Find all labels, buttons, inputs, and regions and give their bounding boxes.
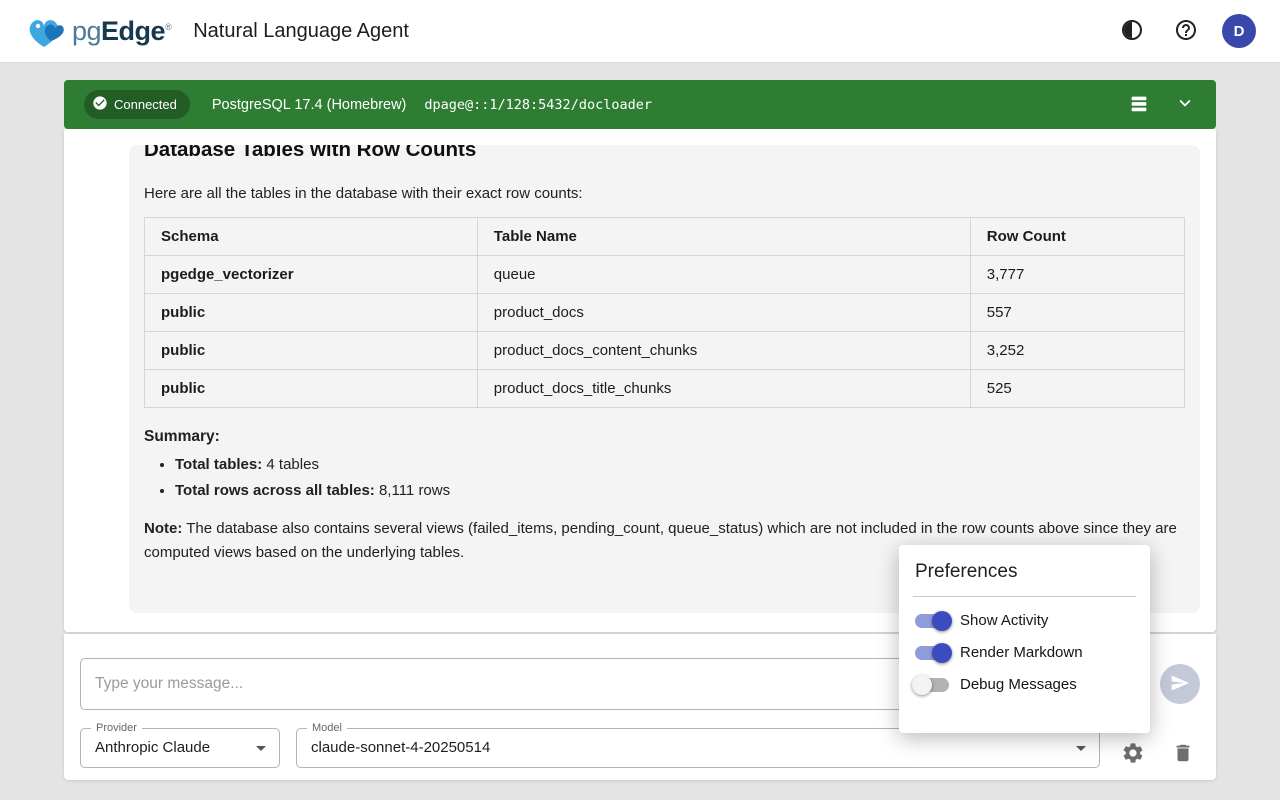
schema-cell: pgedge_vectorizer [145,256,478,294]
connection-collapse-button[interactable] [1174,92,1196,117]
response-heading: Database Tables with Row Counts [144,145,1185,162]
schema-cell: public [145,294,478,332]
provider-select[interactable]: Provider Anthropic Claude [80,728,280,768]
render-markdown-switch[interactable] [915,646,949,660]
switch-thumb [932,611,952,631]
toggle-render-markdown[interactable]: Render Markdown [915,644,1134,661]
connection-bar: Connected PostgreSQL 17.4 (Homebrew) dpa… [64,80,1216,129]
preferences-title: Preferences [915,561,1134,583]
table-name-cell: product_docs_title_chunks [477,370,970,408]
note-label: Note: [144,520,182,537]
bullet-value: 4 tables [262,456,319,473]
list-item: Total tables: 4 tables [175,456,1185,473]
table-row: public product_docs_title_chunks 525 [145,370,1185,408]
summary-heading: Summary: [144,428,1185,446]
connection-string: dpage@::1/128:5432/docloader [424,97,652,113]
pgedge-logo: pgEdge® [24,11,171,51]
switch-thumb [932,643,952,663]
connection-details-button[interactable] [1128,92,1150,117]
debug-messages-switch[interactable] [915,678,949,692]
caret-down-icon [1069,736,1093,760]
list-icon [1128,92,1150,117]
connection-status-label: Connected [114,97,177,112]
caret-down-icon [249,736,273,760]
schema-cell: public [145,332,478,370]
table-name-cell: queue [477,256,970,294]
pgedge-wordmark: pgEdge® [72,16,171,47]
chevron-down-icon [1174,92,1196,117]
toggle-label: Render Markdown [960,644,1083,661]
server-version-label: PostgreSQL 17.4 (Homebrew) [212,97,407,113]
switch-thumb [912,675,932,695]
model-select[interactable]: Model claude-sonnet-4-20250514 [296,728,1100,768]
table-row: pgedge_vectorizer queue 3,777 [145,256,1185,294]
theme-toggle-button[interactable] [1114,13,1150,49]
trash-icon [1172,742,1194,767]
app-header: pgEdge® Natural Language Agent D [0,0,1280,63]
theme-toggle-icon [1120,18,1144,45]
help-icon [1174,18,1198,45]
toggle-show-activity[interactable]: Show Activity [915,612,1134,629]
toggle-label: Show Activity [960,612,1048,629]
table-name-cell: product_docs [477,294,970,332]
schema-cell: public [145,370,478,408]
row-count-cell: 3,252 [970,332,1184,370]
bullet-label: Total rows across all tables: [175,482,375,499]
table-header-row: Schema Table Name Row Count [145,218,1185,256]
help-button[interactable] [1168,13,1204,49]
column-header-row-count: Row Count [970,218,1184,256]
pgedge-logo-icon [24,11,68,51]
app-window: pgEdge® Natural Language Agent D Connect… [0,0,1280,800]
table-row: public product_docs 557 [145,294,1185,332]
list-item: Total rows across all tables: 8,111 rows [175,482,1185,499]
model-select-value: claude-sonnet-4-20250514 [297,729,1099,767]
preferences-popup: Preferences Show Activity Render Markdow… [899,545,1150,733]
bullet-label: Total tables: [175,456,262,473]
column-header-schema: Schema [145,218,478,256]
send-icon [1170,673,1190,696]
clear-chat-button[interactable] [1161,732,1205,776]
row-count-cell: 557 [970,294,1184,332]
settings-button[interactable] [1111,732,1155,776]
column-header-table-name: Table Name [477,218,970,256]
assistant-message: Database Tables with Row Counts Here are… [129,145,1200,613]
bullet-value: 8,111 rows [375,482,450,499]
db-tables-table: Schema Table Name Row Count pgedge_vecto… [144,217,1185,408]
send-button[interactable] [1160,664,1200,704]
row-count-cell: 525 [970,370,1184,408]
divider [913,596,1136,597]
response-intro: Here are all the tables in the database … [144,185,1185,202]
user-avatar[interactable]: D [1222,14,1256,48]
show-activity-switch[interactable] [915,614,949,628]
toggle-debug-messages[interactable]: Debug Messages [915,676,1134,693]
check-circle-icon [92,95,108,114]
table-row: public product_docs_content_chunks 3,252 [145,332,1185,370]
table-name-cell: product_docs_content_chunks [477,332,970,370]
connection-status-badge: Connected [84,90,190,119]
model-select-label: Model [307,722,347,734]
gear-icon [1121,741,1145,768]
page-title: Natural Language Agent [193,20,409,43]
provider-select-label: Provider [91,722,142,734]
row-count-cell: 3,777 [970,256,1184,294]
summary-list: Total tables: 4 tables Total rows across… [144,456,1185,499]
toggle-label: Debug Messages [960,676,1077,693]
